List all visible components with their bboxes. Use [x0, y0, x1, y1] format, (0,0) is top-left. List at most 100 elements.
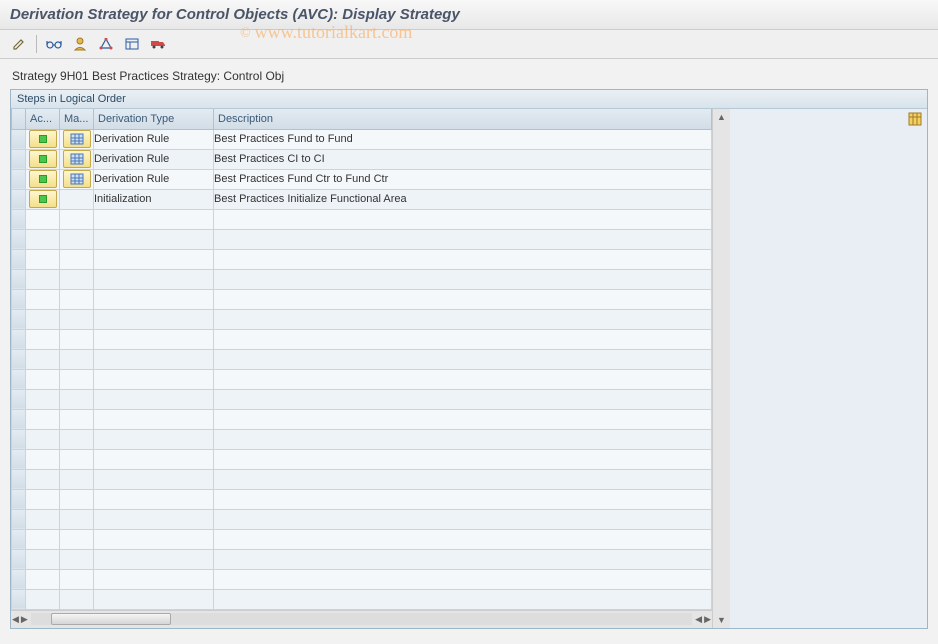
row-handle-header[interactable]: [12, 109, 26, 129]
maint-cell[interactable]: [60, 169, 94, 189]
active-cell: [26, 529, 60, 549]
content-area: Strategy 9H01 Best Practices Strategy: C…: [0, 59, 938, 639]
table-row[interactable]: [12, 289, 712, 309]
derivation-type-cell: [94, 449, 214, 469]
row-selector[interactable]: [12, 149, 26, 169]
description-cell: [214, 289, 712, 309]
row-selector[interactable]: [12, 409, 26, 429]
row-selector[interactable]: [12, 509, 26, 529]
vertical-scrollbar[interactable]: ▲ ▼: [712, 109, 730, 628]
table-row[interactable]: [12, 469, 712, 489]
table-row[interactable]: Derivation RuleBest Practices CI to CI: [12, 149, 712, 169]
description-cell: [214, 489, 712, 509]
display-button[interactable]: [43, 34, 65, 54]
table-row[interactable]: [12, 309, 712, 329]
row-selector[interactable]: [12, 549, 26, 569]
row-selector[interactable]: [12, 349, 26, 369]
col-active[interactable]: Ac...: [26, 109, 60, 129]
table-row[interactable]: [12, 529, 712, 549]
table-row[interactable]: [12, 329, 712, 349]
scroll-left-icon[interactable]: ◀: [11, 613, 20, 626]
row-selector[interactable]: [12, 529, 26, 549]
row-selector[interactable]: [12, 249, 26, 269]
horizontal-scrollbar[interactable]: ◀ ▶ ◀ ▶: [11, 610, 712, 628]
row-selector[interactable]: [12, 389, 26, 409]
table-row[interactable]: [12, 549, 712, 569]
col-type[interactable]: Derivation Type: [94, 109, 214, 129]
hierarchy-icon: [99, 38, 113, 50]
row-selector[interactable]: [12, 449, 26, 469]
scroll-right-inner-icon[interactable]: ▶: [20, 613, 29, 626]
description-cell: [214, 409, 712, 429]
row-selector[interactable]: [12, 169, 26, 189]
maintain-button[interactable]: [63, 170, 91, 188]
active-indicator-button[interactable]: [29, 170, 57, 188]
maint-cell: [60, 369, 94, 389]
row-selector[interactable]: [12, 309, 26, 329]
table-row[interactable]: [12, 449, 712, 469]
scroll-up-icon[interactable]: ▲: [716, 111, 727, 123]
row-selector[interactable]: [12, 189, 26, 209]
hscroll-thumb[interactable]: [51, 613, 171, 625]
table-row[interactable]: [12, 269, 712, 289]
active-cell[interactable]: [26, 169, 60, 189]
scroll-left-inner-icon[interactable]: ◀: [694, 613, 703, 626]
table-row[interactable]: [12, 509, 712, 529]
table-row[interactable]: [12, 569, 712, 589]
row-selector[interactable]: [12, 429, 26, 449]
table-row[interactable]: [12, 249, 712, 269]
table-row[interactable]: [12, 429, 712, 449]
scroll-right-icon[interactable]: ▶: [703, 613, 712, 626]
active-cell: [26, 369, 60, 389]
transport-button[interactable]: [147, 34, 169, 54]
table-row[interactable]: [12, 229, 712, 249]
derivation-type-cell: [94, 229, 214, 249]
active-cell[interactable]: [26, 189, 60, 209]
derivation-type-cell: [94, 529, 214, 549]
row-selector[interactable]: [12, 289, 26, 309]
scroll-down-icon[interactable]: ▼: [716, 614, 727, 626]
derivation-type-cell: Derivation Rule: [94, 149, 214, 169]
table-row[interactable]: [12, 409, 712, 429]
table-row[interactable]: [12, 209, 712, 229]
maint-cell[interactable]: [60, 129, 94, 149]
active-indicator-button[interactable]: [29, 190, 57, 208]
row-selector[interactable]: [12, 369, 26, 389]
row-selector[interactable]: [12, 269, 26, 289]
description-cell: Best Practices CI to CI: [214, 149, 712, 169]
hierarchy-button[interactable]: [95, 34, 117, 54]
row-selector[interactable]: [12, 229, 26, 249]
active-cell: [26, 469, 60, 489]
table-row[interactable]: InitializationBest Practices Initialize …: [12, 189, 712, 209]
active-indicator-button[interactable]: [29, 150, 57, 168]
table-row[interactable]: [12, 389, 712, 409]
maintain-button[interactable]: [63, 130, 91, 148]
row-selector[interactable]: [12, 129, 26, 149]
edit-button[interactable]: [8, 34, 30, 54]
user-button[interactable]: [69, 34, 91, 54]
table-row[interactable]: [12, 369, 712, 389]
col-maint[interactable]: Ma...: [60, 109, 94, 129]
maint-cell[interactable]: [60, 189, 94, 209]
layout-button[interactable]: [121, 34, 143, 54]
active-cell[interactable]: [26, 129, 60, 149]
hscroll-track[interactable]: [31, 613, 692, 625]
table-row[interactable]: Derivation RuleBest Practices Fund Ctr t…: [12, 169, 712, 189]
row-selector[interactable]: [12, 329, 26, 349]
row-selector[interactable]: [12, 469, 26, 489]
table-row[interactable]: [12, 489, 712, 509]
maintain-button[interactable]: [63, 150, 91, 168]
row-selector[interactable]: [12, 569, 26, 589]
maint-cell[interactable]: [60, 149, 94, 169]
row-selector[interactable]: [12, 209, 26, 229]
table-row[interactable]: [12, 589, 712, 609]
description-cell: Best Practices Fund Ctr to Fund Ctr: [214, 169, 712, 189]
table-row[interactable]: [12, 349, 712, 369]
row-selector[interactable]: [12, 589, 26, 609]
active-cell[interactable]: [26, 149, 60, 169]
row-selector[interactable]: [12, 489, 26, 509]
table-row[interactable]: Derivation RuleBest Practices Fund to Fu…: [12, 129, 712, 149]
active-indicator-button[interactable]: [29, 130, 57, 148]
maint-cell: [60, 309, 94, 329]
col-desc[interactable]: Description: [214, 109, 712, 129]
